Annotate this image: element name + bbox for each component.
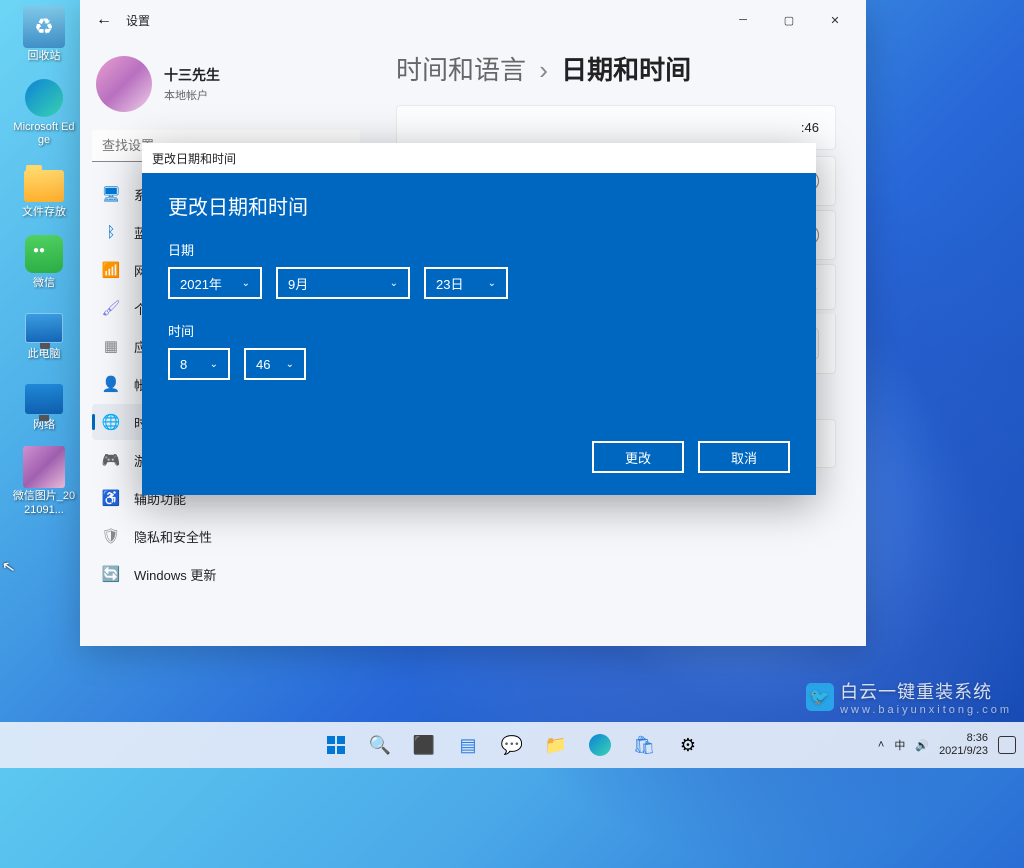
desktop-icon-edge[interactable]: Microsoft Edge [12,77,76,147]
chevron-down-icon: ⌄ [286,359,294,370]
chevron-down-icon: ⌄ [210,359,218,370]
breadcrumb-parent[interactable]: 时间和语言 [396,55,526,85]
change-datetime-dialog: 更改日期和时间 更改日期和时间 日期 2021年⌄ 9月⌄ 23日⌄ 时间 8⌄… [142,143,816,495]
twitter-icon: 🐦 [806,683,834,711]
profile-subtitle: 本地帐户 [164,87,220,103]
image-thumb-icon [23,446,65,488]
nav-icon: 🖥 [102,185,120,203]
sidebar-item-10[interactable]: 🔄 Windows 更新 [92,556,360,592]
nav-label: Windows 更新 [134,565,216,584]
nav-label: 隐私和安全性 [134,527,212,546]
nav-icon: 🖌 [102,299,120,317]
pc-icon [23,304,65,346]
time-label: 时间 [168,321,790,340]
date-label: 日期 [168,240,790,259]
settings-taskbar-icon[interactable]: ⚙ [669,726,707,764]
chevron-right-icon: › [539,55,548,85]
nav-icon: 🔄 [102,565,120,583]
tray-chevron-icon[interactable]: ˄ [878,739,884,751]
explorer-icon[interactable]: 📁 [537,726,575,764]
dialog-ok-button[interactable]: 更改 [592,441,684,473]
desktop-icon-this-pc[interactable]: 此电脑 [12,304,76,361]
system-tray[interactable]: ˄ 中 🔊 8:36 2021/9/23 [878,732,1016,758]
desktop-icon-recycle-bin[interactable]: 回收站 [12,6,76,63]
breadcrumb-current: 日期和时间 [561,55,691,85]
desktop-icon-wechat[interactable]: 微信 [12,233,76,290]
task-view-icon[interactable]: ⬛ [405,726,443,764]
desktop-icon-image[interactable]: 微信图片_2021091... [12,446,76,516]
desktop-icon-network[interactable]: 网络 [12,375,76,432]
nav-icon: ᛒ [102,223,120,241]
avatar [96,56,152,112]
month-select[interactable]: 9月⌄ [276,267,410,299]
nav-icon: 👤 [102,375,120,393]
nav-icon: 📶 [102,261,120,279]
edge-icon [23,77,65,119]
widgets-icon[interactable]: ▤ [449,726,487,764]
ime-icon[interactable]: 中 [894,737,905,753]
edge-taskbar-icon[interactable] [581,726,619,764]
chevron-down-icon: ⌄ [488,278,496,289]
chat-icon[interactable]: 💬 [493,726,531,764]
wechat-icon [23,233,65,275]
window-title: 设置 [126,12,150,29]
nav-icon: 🛡 [102,527,120,545]
notifications-icon[interactable] [998,736,1016,754]
sidebar-item-9[interactable]: 🛡 隐私和安全性 [92,518,360,554]
store-icon[interactable]: 🛍 [625,726,663,764]
folder-icon [23,162,65,204]
close-button[interactable]: ✕ [812,4,858,36]
nav-icon: ♿ [102,489,120,507]
day-select[interactable]: 23日⌄ [424,267,508,299]
volume-icon[interactable]: 🔊 [915,739,929,752]
hour-select[interactable]: 8⌄ [168,348,230,380]
network-icon [23,375,65,417]
dialog-heading: 更改日期和时间 [168,191,790,220]
nav-icon: 🎮 [102,451,120,469]
window-titlebar[interactable]: ← 设置 ─ ▢ ✕ [80,0,866,40]
profile-name: 十三先生 [164,65,220,85]
nav-icon: 🌐 [102,413,120,431]
back-button[interactable]: ← [88,4,120,36]
taskbar[interactable]: 🔍 ⬛ ▤ 💬 📁 🛍 ⚙ ˄ 中 🔊 8:36 2021/9/23 [0,722,1024,768]
dialog-titlebar[interactable]: 更改日期和时间 [142,143,816,173]
chevron-down-icon: ⌄ [242,278,250,289]
minute-select[interactable]: 46⌄ [244,348,306,380]
chevron-down-icon: ⌄ [390,278,398,289]
dialog-cancel-button[interactable]: 取消 [698,441,790,473]
watermark: 🐦 白云一键重装系统 www.baiyunxitong.com [806,678,1012,716]
recycle-bin-icon [23,6,65,48]
breadcrumb: 时间和语言 › 日期和时间 [396,50,836,87]
time-suffix: :46 [801,120,819,135]
year-select[interactable]: 2021年⌄ [168,267,262,299]
start-button[interactable] [317,726,355,764]
taskbar-clock[interactable]: 8:36 2021/9/23 [939,732,988,758]
maximize-button[interactable]: ▢ [766,4,812,36]
desktop-icon-folder[interactable]: 文件存放 [12,162,76,219]
search-icon[interactable]: 🔍 [361,726,399,764]
nav-icon: ▦ [102,337,120,355]
minimize-button[interactable]: ─ [720,4,766,36]
profile-block[interactable]: 十三先生 本地帐户 [92,48,360,130]
